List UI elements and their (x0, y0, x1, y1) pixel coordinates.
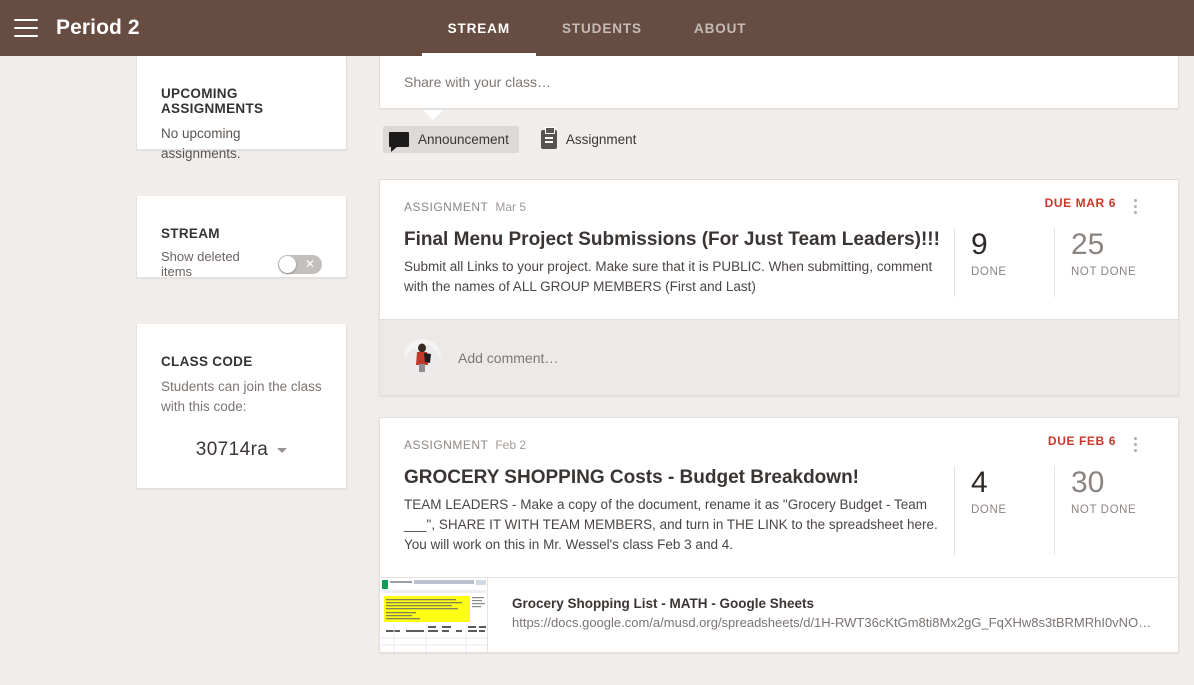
not-done-count: 25 (1071, 228, 1105, 261)
upcoming-assignments-body: No upcoming assignments. (161, 126, 241, 161)
kebab-dot (1133, 448, 1137, 452)
tab-bar: STREAM STUDENTS ABOUT (0, 0, 1194, 56)
stream-settings-card: STREAM Show deleted items ✕ (136, 196, 347, 279)
attachment-link[interactable]: Grocery Shopping List - MATH - Google Sh… (380, 577, 1178, 652)
post-body: ASSIGNMENT Mar 5 Final Menu Project Submi… (380, 180, 1178, 319)
post-kind: ASSIGNMENT (404, 438, 489, 452)
post-stats: DUE MAR 6 9 DONE 25 NOT DONE (954, 196, 1154, 297)
done-label: DONE (971, 266, 1007, 278)
post-date: Feb 2 (495, 438, 527, 452)
post-content: ASSIGNMENT Feb 2 GROCERY SHOPPING Costs -… (404, 438, 954, 555)
class-code-card: CLASS CODE Students can join the class w… (136, 324, 347, 489)
show-deleted-items-label: Show deleted items (161, 249, 240, 279)
not-done-count: 30 (1071, 466, 1105, 499)
post-body: ASSIGNMENT Feb 2 GROCERY SHOPPING Costs -… (380, 418, 1178, 577)
post-description: TEAM LEADERS - Make a copy of the docume… (404, 497, 938, 552)
post-card: ASSIGNMENT Mar 5 Final Menu Project Submi… (379, 179, 1179, 396)
composer-type-chips: Announcement Assignment (379, 110, 1179, 158)
avatar-photo (404, 339, 441, 376)
stat-not-done[interactable]: 25 NOT DONE (1054, 228, 1154, 297)
stat-done[interactable]: 4 DONE (954, 466, 1054, 555)
add-comment-placeholder: Add comment… (458, 349, 559, 366)
post-stats: DUE FEB 6 4 DONE 30 NOT DONE (954, 434, 1154, 555)
attachment-url: https://docs.google.com/a/musd.org/sprea… (512, 615, 1152, 630)
hamburger-line (14, 27, 38, 29)
class-code-row: 30714ra (161, 439, 322, 461)
show-deleted-items-toggle[interactable]: ✕ (278, 254, 322, 274)
stream-heading: STREAM (161, 226, 220, 241)
done-label: DONE (971, 504, 1007, 516)
hamburger-menu-icon[interactable] (14, 19, 38, 37)
share-with-class-box[interactable]: Share with your class… (379, 56, 1179, 109)
avatar (404, 339, 441, 376)
chip-assignment-label: Assignment (565, 131, 637, 147)
class-code-body: Students can join the class with this co… (161, 379, 322, 414)
attachment-title: Grocery Shopping List - MATH - Google Sh… (512, 596, 815, 611)
stat-done[interactable]: 9 DONE (954, 228, 1054, 297)
announcement-icon (389, 131, 409, 152)
spreadsheet-thumbnail-icon (380, 578, 488, 652)
more-options-icon[interactable] (1126, 433, 1144, 455)
page-title: Period 2 (56, 16, 140, 39)
hamburger-line (14, 35, 38, 37)
class-code-value: 30714ra (195, 439, 269, 460)
due-date-badge: DUE FEB 6 (1047, 434, 1116, 448)
upcoming-assignments-heading: UPCOMING ASSIGNMENTS (161, 86, 264, 116)
not-done-label: NOT DONE (1071, 266, 1137, 278)
stat-not-done[interactable]: 30 NOT DONE (1054, 466, 1154, 555)
kebab-dot (1133, 204, 1137, 208)
clipboard-icon (540, 126, 557, 149)
close-icon: ✕ (304, 257, 315, 271)
tab-about[interactable]: ABOUT (668, 0, 773, 56)
post-meta: ASSIGNMENT Feb 2 (404, 438, 942, 452)
chevron-down-icon[interactable] (277, 447, 288, 453)
done-count: 4 (971, 466, 988, 499)
done-count: 9 (971, 228, 988, 261)
hamburger-line (14, 19, 38, 21)
post-title[interactable]: GROCERY SHOPPING Costs - Budget Breakdow… (404, 465, 942, 491)
due-date-badge: DUE MAR 6 (1044, 196, 1116, 210)
post-date: Mar 5 (495, 200, 527, 214)
app-bar: Period 2 STREAM STUDENTS ABOUT (0, 0, 1194, 56)
sidebar: UPCOMING ASSIGNMENTS No upcoming assignm… (136, 56, 347, 489)
page-body: UPCOMING ASSIGNMENTS No upcoming assignm… (0, 56, 1194, 685)
chip-announcement[interactable]: Announcement (383, 125, 519, 153)
kebab-dot (1133, 436, 1137, 440)
kebab-dot (1133, 198, 1137, 202)
tab-stream[interactable]: STREAM (421, 0, 537, 56)
show-deleted-items-row: Show deleted items ✕ (161, 249, 322, 279)
post-content: ASSIGNMENT Mar 5 Final Menu Project Submi… (404, 200, 954, 297)
main-column: Share with your class… Announcement Assi… (379, 56, 1179, 653)
post-card: ASSIGNMENT Feb 2 GROCERY SHOPPING Costs -… (379, 417, 1179, 653)
post-title[interactable]: Final Menu Project Submissions (For Just… (404, 227, 942, 253)
not-done-label: NOT DONE (1071, 504, 1137, 516)
chip-assignment[interactable]: Assignment (535, 124, 647, 155)
tab-students[interactable]: STUDENTS (536, 0, 668, 56)
more-options-icon[interactable] (1126, 195, 1144, 217)
share-placeholder: Share with your class… (404, 74, 552, 90)
chip-announcement-label: Announcement (418, 131, 509, 147)
add-comment-bar[interactable]: Add comment… (380, 319, 1178, 395)
spreadsheet-preview (380, 578, 487, 652)
kebab-dot (1133, 442, 1137, 446)
post-kind: ASSIGNMENT (404, 200, 489, 214)
toggle-knob (279, 255, 296, 273)
kebab-dot (1133, 210, 1137, 214)
post-meta: ASSIGNMENT Mar 5 (404, 200, 942, 214)
class-code-heading: CLASS CODE (161, 354, 253, 369)
post-description: Submit all Links to your project. Make s… (404, 259, 933, 294)
upcoming-assignments-card: UPCOMING ASSIGNMENTS No upcoming assignm… (136, 56, 347, 161)
attachment-text: Grocery Shopping List - MATH - Google Sh… (488, 578, 1152, 652)
